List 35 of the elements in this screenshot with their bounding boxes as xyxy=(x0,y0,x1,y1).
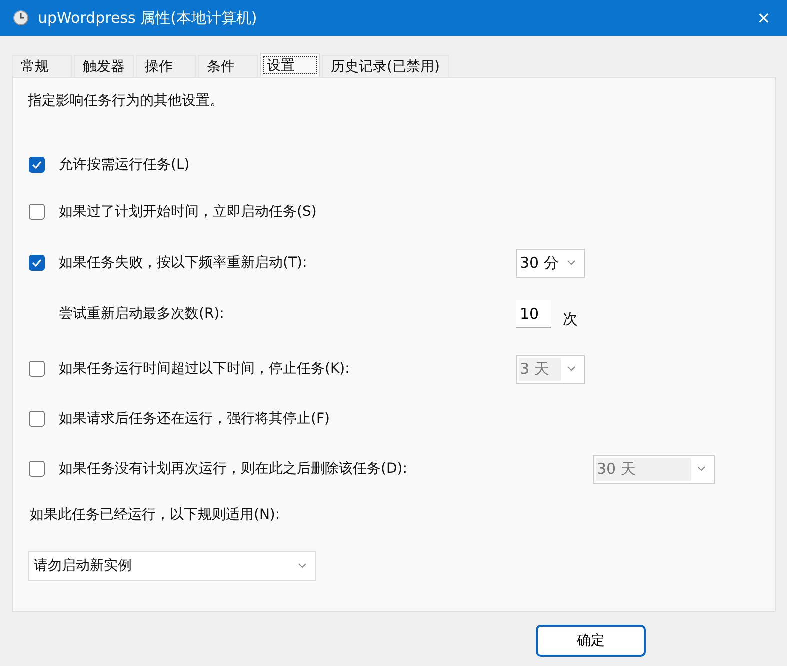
checkbox[interactable] xyxy=(29,361,45,377)
chevron-icon xyxy=(567,260,576,266)
tab[interactable]: 设置 xyxy=(260,53,320,77)
tab[interactable]: 历史记录(已禁用) xyxy=(322,55,449,77)
checkbox[interactable] xyxy=(29,255,45,271)
dropdown[interactable]: 30 分 xyxy=(516,248,585,278)
close-button[interactable]: ✕ xyxy=(741,0,787,36)
dropdown[interactable]: 请勿启动新实例 xyxy=(28,551,316,581)
checkbox-label: 如果任务运行时间超过以下时间，停止任务(K): xyxy=(59,360,350,378)
chevron-icon xyxy=(298,563,307,569)
tab[interactable]: 触发器 xyxy=(74,55,134,77)
checkbox-label: 如果任务没有计划再次运行，则在此之后删除该任务(D): xyxy=(59,460,408,478)
rule-label: 如果此任务已经运行，以下规则适用(N): xyxy=(30,506,282,524)
number-field[interactable]: 10 xyxy=(516,300,551,328)
tab[interactable]: 条件 xyxy=(198,55,258,77)
checkbox-label: 允许按需运行任务(L) xyxy=(59,156,190,174)
chevron-icon xyxy=(567,366,576,372)
tab[interactable]: 常规 xyxy=(12,55,72,77)
checkbox[interactable] xyxy=(29,461,45,477)
check-icon xyxy=(32,259,42,267)
setting-label: 尝试重新启动最多次数(R): xyxy=(59,305,224,323)
checkbox[interactable] xyxy=(29,204,45,220)
checkbox-label: 如果任务失败，按以下频率重新启动(T): xyxy=(59,254,308,272)
checkbox[interactable] xyxy=(29,157,45,173)
chevron-icon xyxy=(697,466,706,472)
checkbox-label: 如果过了计划开始时间，立即启动任务(S) xyxy=(59,203,317,221)
ok-button[interactable]: 确定 xyxy=(536,625,646,657)
checkbox-label: 如果请求后任务还在运行，强行将其停止(F) xyxy=(59,410,330,428)
tab[interactable]: 操作 xyxy=(136,55,196,77)
clock-icon xyxy=(13,10,29,26)
check-icon xyxy=(32,161,42,169)
checkbox[interactable] xyxy=(29,411,45,427)
window-title: upWordpress 属性(本地计算机) xyxy=(38,8,258,28)
description: 指定影响任务行为的其他设置。 xyxy=(28,92,225,110)
unit-label: 次 xyxy=(563,310,578,328)
